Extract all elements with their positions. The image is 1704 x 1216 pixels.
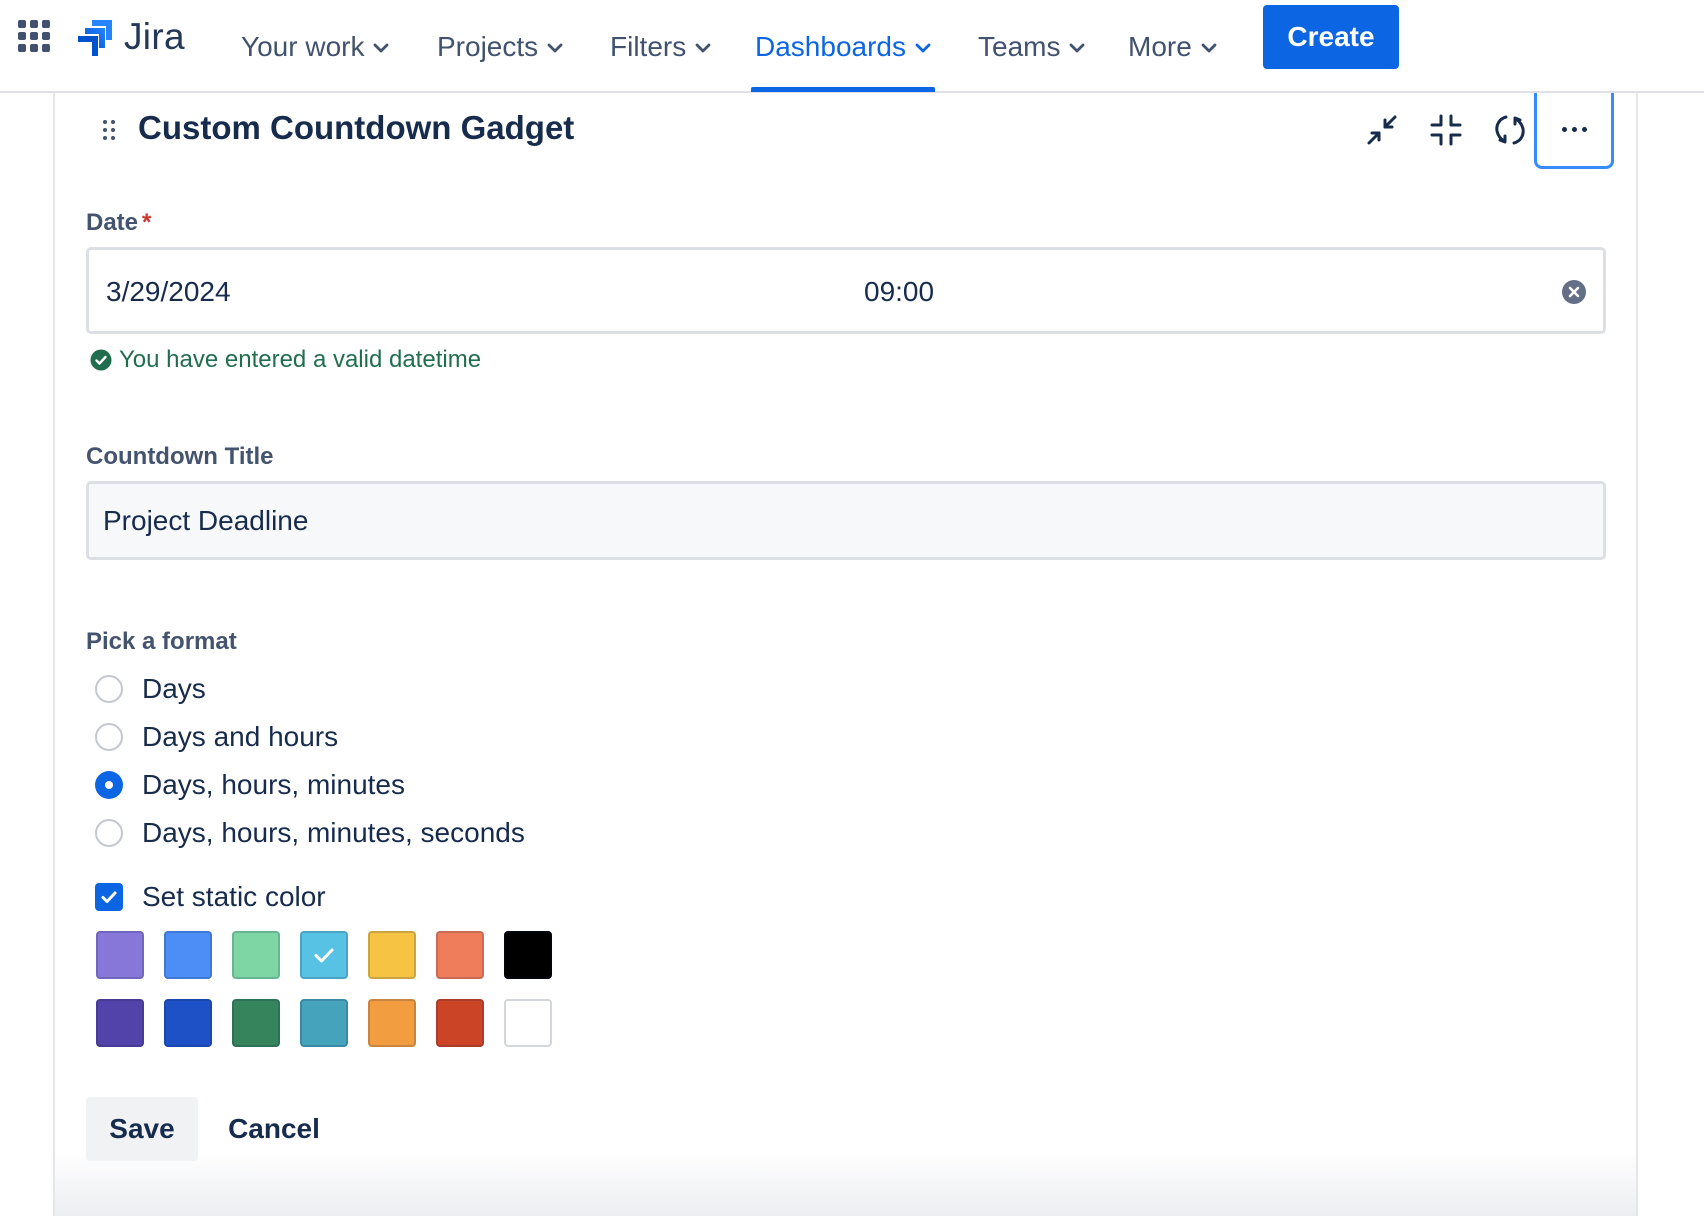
cancel-button[interactable]: Cancel xyxy=(212,1097,336,1161)
color-swatch[interactable] xyxy=(300,931,348,979)
nav-projects-label: Projects xyxy=(437,30,539,62)
minimize-icon[interactable] xyxy=(1362,110,1402,150)
clear-icon[interactable] xyxy=(1561,279,1587,305)
chevron-down-icon xyxy=(374,43,389,53)
drag-handle-icon[interactable] xyxy=(103,120,117,142)
nav-dashboards[interactable]: Dashboards xyxy=(751,0,935,93)
date-label: Date * xyxy=(86,209,151,237)
more-icon[interactable] xyxy=(1534,93,1614,169)
radio-button[interactable] xyxy=(95,819,123,847)
required-mark: * xyxy=(142,209,152,236)
color-swatch[interactable] xyxy=(232,999,280,1047)
nav-more[interactable]: More xyxy=(1128,0,1217,93)
format-option-label: Days, hours, minutes, seconds xyxy=(142,817,525,848)
collapse-icon[interactable] xyxy=(1426,110,1466,150)
validation-message-text: You have entered a valid datetime xyxy=(119,346,482,373)
refresh-icon[interactable] xyxy=(1490,110,1530,150)
save-button[interactable]: Save xyxy=(86,1097,198,1161)
nav-teams[interactable]: Teams xyxy=(978,0,1085,93)
jira-logo[interactable]: Jira xyxy=(78,16,185,57)
nav-dashboards-label: Dashboards xyxy=(755,30,906,62)
color-swatch[interactable] xyxy=(368,931,416,979)
format-option-days-hours-minutes[interactable]: Days, hours, minutes xyxy=(95,767,405,803)
color-swatch[interactable] xyxy=(436,931,484,979)
color-swatch[interactable] xyxy=(504,999,552,1047)
radio-button[interactable] xyxy=(95,675,123,703)
nav-more-label: More xyxy=(1128,30,1192,62)
logo-text: Jira xyxy=(124,16,185,57)
checkmark-icon xyxy=(101,891,117,903)
format-option-label: Days, hours, minutes xyxy=(142,769,405,800)
chevron-down-icon xyxy=(1201,43,1217,53)
color-swatch[interactable] xyxy=(436,999,484,1047)
time-input[interactable] xyxy=(864,276,1064,308)
nav-teams-label: Teams xyxy=(978,30,1061,62)
validation-message: You have entered a valid datetime xyxy=(90,346,481,374)
nav-filters-label: Filters xyxy=(610,30,687,62)
grid-icon[interactable] xyxy=(18,20,50,52)
color-swatch[interactable] xyxy=(96,999,144,1047)
color-swatch[interactable] xyxy=(232,931,280,979)
chevron-down-icon xyxy=(1070,43,1085,53)
format-label: Pick a format xyxy=(86,628,237,655)
chevron-down-icon xyxy=(915,43,931,53)
datetime-picker xyxy=(86,247,1606,334)
nav-your-work[interactable]: Your work xyxy=(241,0,389,93)
checkbox-checked[interactable] xyxy=(95,883,123,911)
color-swatch[interactable] xyxy=(164,931,212,979)
countdown-title-label: Countdown Title xyxy=(86,443,274,470)
nav-filters[interactable]: Filters xyxy=(610,0,711,93)
format-option-days[interactable]: Days xyxy=(95,671,206,707)
format-option-label: Days xyxy=(142,673,206,704)
format-option-days-hours[interactable]: Days and hours xyxy=(95,719,338,755)
create-button[interactable]: Create xyxy=(1263,5,1399,69)
radio-button[interactable] xyxy=(95,723,123,751)
date-label-text: Date xyxy=(86,209,139,236)
static-color-label: Set static color xyxy=(142,881,326,912)
color-swatch[interactable] xyxy=(368,999,416,1047)
radio-button-checked[interactable] xyxy=(95,771,123,799)
static-color-toggle[interactable]: Set static color xyxy=(95,879,326,915)
color-swatch[interactable] xyxy=(504,931,552,979)
checkmark-icon xyxy=(314,948,334,963)
nav-your-work-label: Your work xyxy=(241,30,365,62)
color-swatch[interactable] xyxy=(300,999,348,1047)
chevron-down-icon xyxy=(547,43,563,53)
color-swatch[interactable] xyxy=(164,999,212,1047)
format-option-label: Days and hours xyxy=(142,721,339,752)
check-circle-icon xyxy=(90,349,112,371)
date-input[interactable] xyxy=(106,276,506,308)
gadget-title: Custom Countdown Gadget xyxy=(138,109,575,146)
chevron-down-icon xyxy=(695,43,711,53)
jira-logo-icon xyxy=(78,20,112,56)
color-swatch[interactable] xyxy=(96,931,144,979)
countdown-title-input[interactable] xyxy=(86,481,1606,560)
format-option-days-hours-minutes-seconds[interactable]: Days, hours, minutes, seconds xyxy=(95,815,525,851)
top-navigation: Jira Your work Projects Filters Dashboar… xyxy=(0,0,1704,93)
nav-projects[interactable]: Projects xyxy=(437,0,563,93)
